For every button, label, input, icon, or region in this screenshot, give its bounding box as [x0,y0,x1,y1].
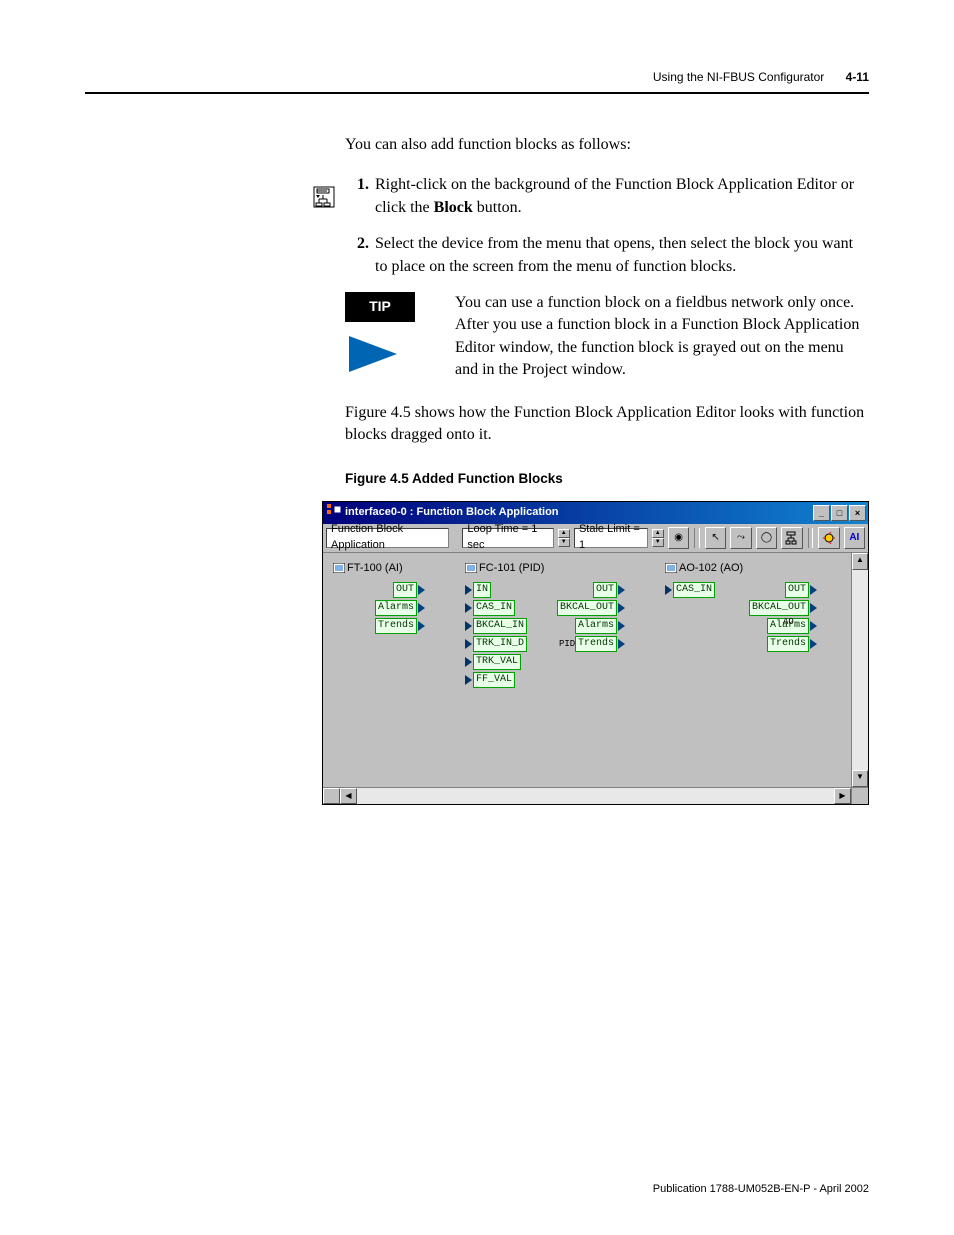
port-trends[interactable]: Trends [375,618,425,634]
port-trk-in-d[interactable]: TRK_IN_D [465,636,527,652]
block-sublabel: PID [559,638,575,651]
stale-limit-field[interactable]: Stale Limit = 1 [574,528,648,548]
port-ff-val[interactable]: FF_VAL [465,672,515,688]
header-rule [85,92,869,94]
tip-label: TIP [345,292,415,322]
intro-text: You can also add function blocks as foll… [345,134,869,156]
port-alarms[interactable]: Alarms [375,600,425,616]
app-label-field[interactable]: Function Block Application [326,528,449,548]
resize-grip-icon[interactable] [851,788,868,804]
minimize-button[interactable]: _ [813,505,830,521]
close-button[interactable]: × [849,505,866,521]
stale-limit-stepper[interactable]: ▲▼ [652,529,664,547]
port-trends[interactable]: Trends [575,636,625,652]
block-icon [333,563,345,573]
port-trends[interactable]: Trends [767,636,817,652]
tip-text: You can use a function block on a fieldb… [455,292,869,382]
block-icon [465,563,477,573]
tip-block: TIP You can use a function block on a fi… [345,292,869,382]
port-out[interactable]: OUT [785,582,817,598]
header-section: Using the NI-FBUS Configurator [653,70,824,84]
app-icon [327,504,341,521]
page-header: Using the NI-FBUS Configurator 4-11 [85,70,869,84]
toolbar-btn-pointer-icon[interactable]: ↖ [705,527,726,549]
figure-caption: Figure 4.5 Added Function Blocks [345,470,869,489]
port-out[interactable]: OUT [593,582,625,598]
loop-time-stepper[interactable]: ▲▼ [558,529,570,547]
scroll-down-icon[interactable]: ▼ [852,770,868,787]
scroll-up-icon[interactable]: ▲ [852,553,868,570]
page-number: 4-11 [846,70,869,84]
function-block-ao[interactable]: AO-102 (AO) CAS_IN OUT BKCAL_OUT Alarms … [665,561,817,654]
port-cas-in[interactable]: CAS_IN [665,582,715,598]
footer-text: Publication 1788-UM052B-EN-P - April 200… [653,1183,869,1195]
toolbar-separator [694,528,700,548]
port-bkcal-in[interactable]: BKCAL_IN [465,618,527,634]
port-bkcal-out[interactable]: BKCAL_OUT [557,600,625,616]
toolbar: Function Block Application Loop Time = 1… [323,524,868,553]
port-in[interactable]: IN [465,582,491,598]
port-bkcal-out[interactable]: BKCAL_OUT [749,600,817,616]
tip-triangle-icon [345,332,455,376]
toolbar-separator [808,528,814,548]
block-icon [665,563,677,573]
port-cas-in[interactable]: CAS_IN [465,600,515,616]
toolbar-btn-color-icon[interactable] [818,527,839,549]
editor-canvas[interactable]: FT-100 (AI) OUT Alarms Trends FC-101 (PI… [323,553,851,787]
toolbar-btn-wire-icon[interactable]: ⤳ [730,527,751,549]
horizontal-scrollbar[interactable]: ◀ ▶ [323,787,868,804]
block-sublabel: AO [783,616,794,629]
port-out[interactable]: OUT [393,582,425,598]
function-block-pid[interactable]: FC-101 (PID) IN OUT CAS_IN BKCAL_OUT [465,561,625,690]
app-window: interface0-0 : Function Block Applicatio… [322,501,869,804]
step-2: 2. Select the device from the menu that … [345,233,869,278]
maximize-button[interactable]: □ [831,505,848,521]
toolbar-btn-ai-icon[interactable]: AI [844,527,865,549]
port-alarms[interactable]: Alarms [575,618,625,634]
scroll-right-icon[interactable]: ▶ [834,788,851,804]
window-title: interface0-0 : Function Block Applicatio… [345,505,559,520]
loop-time-field[interactable]: Loop Time = 1 sec [462,528,553,548]
function-block-ai[interactable]: FT-100 (AI) OUT Alarms Trends [333,561,425,636]
titlebar[interactable]: interface0-0 : Function Block Applicatio… [323,502,868,523]
scroll-left-icon[interactable]: ◀ [340,788,357,804]
port-trk-val[interactable]: TRK_VAL [465,654,521,670]
toolbar-btn-loop-icon[interactable]: ◯ [756,527,777,549]
after-tip-text: Figure 4.5 shows how the Function Block … [345,402,869,447]
toolbar-btn-clock-icon[interactable]: ◉ [668,527,689,549]
block-button-icon [313,186,335,208]
toolbar-btn-block-icon[interactable] [781,527,802,549]
vertical-scrollbar[interactable]: ▲ ▼ [851,553,868,787]
step-1: 1. Right-click on the background of the … [345,174,869,219]
